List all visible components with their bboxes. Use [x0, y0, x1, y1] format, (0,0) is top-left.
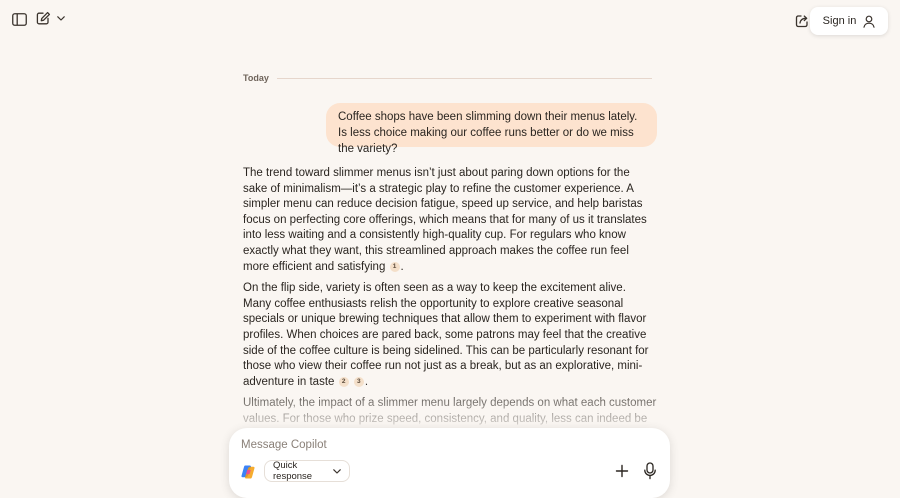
add-attachment-button[interactable]: [615, 464, 629, 478]
response-paragraph: The trend toward slimmer menus isn’t jus…: [243, 166, 657, 275]
response-paragraph: On the flip side, variety is often seen …: [243, 281, 657, 390]
user-icon: [863, 15, 875, 28]
plus-icon: [615, 464, 629, 478]
sidebar-toggle-icon[interactable]: [11, 11, 27, 27]
citation-badge[interactable]: 2: [338, 376, 349, 387]
response-text: On the flip side, variety is often seen …: [243, 282, 649, 388]
day-label: Today: [243, 73, 269, 83]
message-input[interactable]: [241, 436, 651, 454]
new-chat-icon[interactable]: [35, 10, 51, 26]
copilot-logo-icon: [240, 464, 256, 480]
chevron-down-icon[interactable]: [56, 14, 66, 22]
sign-in-label: Sign in: [822, 15, 857, 27]
citation-badge[interactable]: 1: [389, 261, 400, 272]
divider-line: [276, 77, 652, 79]
share-icon[interactable]: [794, 13, 810, 29]
period: .: [400, 260, 404, 273]
response-mode-label: Quick response: [273, 460, 313, 482]
microphone-icon: [644, 462, 656, 480]
top-bar: Sign in: [0, 0, 900, 40]
user-message-bubble: Coffee shops have been slimming down the…: [326, 103, 657, 155]
composer: Quick response: [229, 428, 670, 498]
day-divider: Today: [243, 72, 652, 84]
microphone-button[interactable]: [643, 462, 657, 480]
response-text: The trend toward slimmer menus isn’t jus…: [243, 167, 647, 273]
period: .: [364, 375, 369, 388]
citation-badge[interactable]: 3: [353, 376, 364, 387]
response-mode-dropdown[interactable]: Quick response: [264, 460, 350, 482]
sign-in-button[interactable]: Sign in: [810, 7, 888, 35]
chevron-down-icon: [333, 468, 341, 474]
